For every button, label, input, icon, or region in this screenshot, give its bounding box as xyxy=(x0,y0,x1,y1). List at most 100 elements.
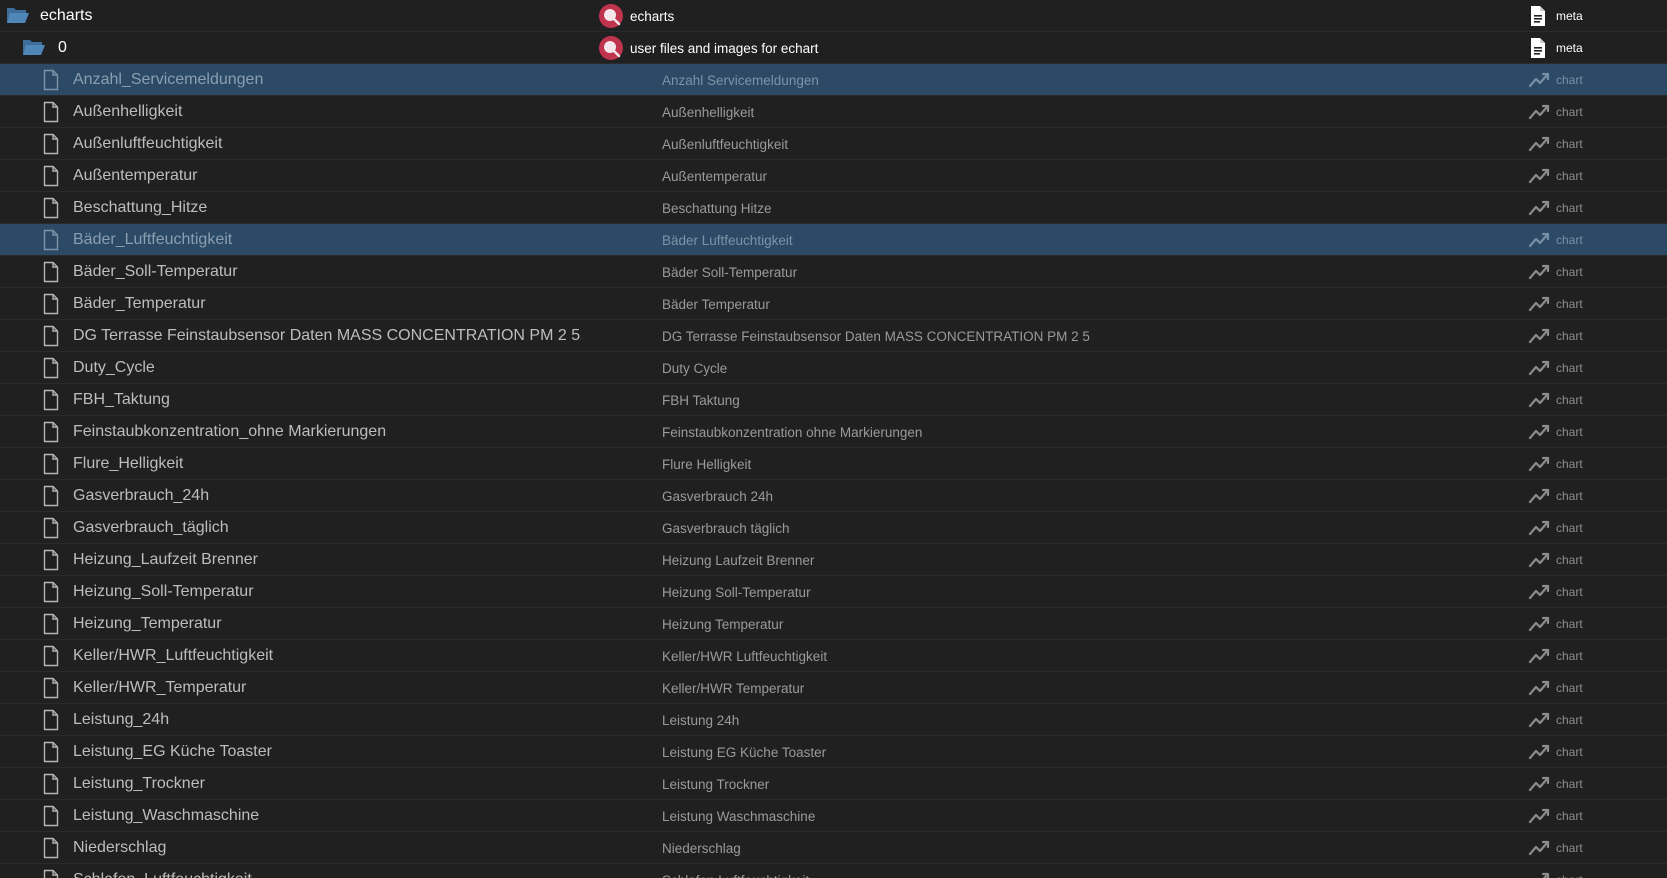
tree-item-row[interactable]: Heizung_Laufzeit Brenner Heizung Laufzeit… xyxy=(0,544,1667,576)
tree-item-row[interactable]: Leistung_EG Küche Toaster Leistung EG Küc… xyxy=(0,736,1667,768)
chart-action[interactable]: chart xyxy=(1528,576,1583,608)
tree-item-row[interactable]: Außenhelligkeit Außenhelligkeit chart xyxy=(0,96,1667,128)
item-name: Heizung_Soll-Temperatur xyxy=(73,583,254,600)
file-icon xyxy=(41,133,61,155)
line-chart-icon[interactable] xyxy=(1528,741,1550,763)
line-chart-icon[interactable] xyxy=(1528,805,1550,827)
chart-action[interactable]: chart xyxy=(1528,544,1583,576)
chart-action[interactable]: chart xyxy=(1528,768,1583,800)
line-chart-icon[interactable] xyxy=(1528,581,1550,603)
chart-action[interactable]: chart xyxy=(1528,160,1583,192)
line-chart-icon[interactable] xyxy=(1528,773,1550,795)
chart-action-label: chart xyxy=(1556,361,1583,375)
tree-item-row[interactable]: Anzahl_Servicemeldungen Anzahl Servicemel… xyxy=(0,64,1667,96)
chart-action[interactable]: chart xyxy=(1528,608,1583,640)
line-chart-icon[interactable] xyxy=(1528,261,1550,283)
tree-item-row[interactable]: Leistung_24h Leistung 24h chart xyxy=(0,704,1667,736)
item-description-cell: Duty Cycle xyxy=(662,352,727,384)
tree-item-row[interactable]: Heizung_Temperatur Heizung Temperatur char… xyxy=(0,608,1667,640)
tree-item-row[interactable]: Schlafen_Luftfeuchtigkeit Schlafen Luftfe… xyxy=(0,864,1667,878)
tree-item-row[interactable]: Bäder_Soll-Temperatur Bäder Soll-Temperat… xyxy=(0,256,1667,288)
tree-item-row[interactable]: Leistung_Waschmaschine Leistung Waschmasc… xyxy=(0,800,1667,832)
line-chart-icon[interactable] xyxy=(1528,485,1550,507)
tree-item-row[interactable]: Keller/HWR_Luftfeuchtigkeit Keller/HWR Lu… xyxy=(0,640,1667,672)
line-chart-icon[interactable] xyxy=(1528,389,1550,411)
tree-item-row[interactable]: Bäder_Luftfeuchtigkeit Bäder Luftfeuchtig… xyxy=(0,224,1667,256)
item-name: Duty_Cycle xyxy=(73,359,155,376)
line-chart-icon[interactable] xyxy=(1528,645,1550,667)
line-chart-icon[interactable] xyxy=(1528,293,1550,315)
chart-action[interactable]: chart xyxy=(1528,256,1583,288)
chart-action[interactable]: chart xyxy=(1528,832,1583,864)
line-chart-icon[interactable] xyxy=(1528,165,1550,187)
line-chart-icon[interactable] xyxy=(1528,677,1550,699)
line-chart-icon[interactable] xyxy=(1528,869,1550,878)
line-chart-icon[interactable] xyxy=(1528,837,1550,859)
tree-item-row[interactable]: DG Terrasse Feinstaubsensor Daten MASS C… xyxy=(0,320,1667,352)
tree-item-row[interactable]: Heizung_Soll-Temperatur Heizung Soll-Temp… xyxy=(0,576,1667,608)
tree-item-row[interactable]: Bäder_Temperatur Bäder Temperatur chart xyxy=(0,288,1667,320)
tree-item-row[interactable]: Außentemperatur Außentemperatur chart xyxy=(0,160,1667,192)
chart-action[interactable]: chart xyxy=(1528,448,1583,480)
tree-item-row[interactable]: Gasverbrauch_täglich Gasverbrauch täglich… xyxy=(0,512,1667,544)
chart-action[interactable]: chart xyxy=(1528,288,1583,320)
tree-item-row[interactable]: Gasverbrauch_24h Gasverbrauch 24h chart xyxy=(0,480,1667,512)
chart-action[interactable]: chart xyxy=(1528,416,1583,448)
line-chart-icon[interactable] xyxy=(1528,549,1550,571)
chart-action[interactable]: chart xyxy=(1528,320,1583,352)
chart-action[interactable]: chart xyxy=(1528,224,1583,256)
chart-action[interactable]: chart xyxy=(1528,704,1583,736)
line-chart-icon[interactable] xyxy=(1528,517,1550,539)
chart-action[interactable]: chart xyxy=(1528,128,1583,160)
chart-action[interactable]: chart xyxy=(1528,672,1583,704)
chart-action-label: chart xyxy=(1556,489,1583,503)
folder-open-icon[interactable] xyxy=(6,5,30,27)
tree-item-row[interactable]: Keller/HWR_Temperatur Keller/HWR Temperat… xyxy=(0,672,1667,704)
line-chart-icon[interactable] xyxy=(1528,357,1550,379)
line-chart-icon[interactable] xyxy=(1528,229,1550,251)
tree-item-row[interactable]: Feinstaubkonzentration_ohne Markierungen… xyxy=(0,416,1667,448)
tree-item-row[interactable]: Niederschlag Niederschlag chart xyxy=(0,832,1667,864)
chart-action[interactable]: chart xyxy=(1528,640,1583,672)
chart-action[interactable]: chart xyxy=(1528,864,1583,878)
chart-action[interactable]: chart xyxy=(1528,512,1583,544)
chart-action[interactable]: chart xyxy=(1528,64,1583,96)
chart-action[interactable]: chart xyxy=(1528,352,1583,384)
document-icon[interactable] xyxy=(1528,37,1550,59)
item-description-cell: Flure Helligkeit xyxy=(662,448,751,480)
file-icon xyxy=(41,261,61,283)
item-name-cell: Außentemperatur xyxy=(0,160,198,192)
chart-action[interactable]: chart xyxy=(1528,736,1583,768)
tree-item-row[interactable]: Flure_Helligkeit Flure Helligkeit chart xyxy=(0,448,1667,480)
meta-action[interactable]: meta xyxy=(1528,0,1583,32)
file-icon xyxy=(41,197,61,219)
tree-item-row[interactable]: Außenluftfeuchtigkeit Außenluftfeuchtigke… xyxy=(0,128,1667,160)
item-name: Außenluftfeuchtigkeit xyxy=(73,135,223,152)
line-chart-icon[interactable] xyxy=(1528,709,1550,731)
line-chart-icon[interactable] xyxy=(1528,197,1550,219)
chart-action[interactable]: chart xyxy=(1528,192,1583,224)
line-chart-icon[interactable] xyxy=(1528,613,1550,635)
tree-item-row[interactable]: FBH_Taktung FBH Taktung chart xyxy=(0,384,1667,416)
tree-item-row[interactable]: Beschattung_Hitze Beschattung Hitze chart xyxy=(0,192,1667,224)
line-chart-icon[interactable] xyxy=(1528,133,1550,155)
chart-action[interactable]: chart xyxy=(1528,480,1583,512)
file-icon xyxy=(41,453,61,475)
line-chart-icon[interactable] xyxy=(1528,453,1550,475)
item-description-cell: Feinstaubkonzentration ohne Markierungen xyxy=(662,416,922,448)
document-icon[interactable] xyxy=(1528,5,1550,27)
chart-action[interactable]: chart xyxy=(1528,800,1583,832)
line-chart-icon[interactable] xyxy=(1528,325,1550,347)
folder-open-icon[interactable] xyxy=(22,37,46,59)
line-chart-icon[interactable] xyxy=(1528,101,1550,123)
line-chart-icon[interactable] xyxy=(1528,421,1550,443)
chart-action[interactable]: chart xyxy=(1528,384,1583,416)
tree-item-row[interactable]: Duty_Cycle Duty Cycle chart xyxy=(0,352,1667,384)
line-chart-icon[interactable] xyxy=(1528,69,1550,91)
chart-action[interactable]: chart xyxy=(1528,96,1583,128)
tree-folder-row[interactable]: echarts echarts meta xyxy=(0,0,1667,32)
item-description: Bäder Soll-Temperatur xyxy=(662,264,798,280)
tree-item-row[interactable]: Leistung_Trockner Leistung Trockner chart xyxy=(0,768,1667,800)
tree-folder-row[interactable]: 0 user files and images for echart meta xyxy=(0,32,1667,64)
meta-action[interactable]: meta xyxy=(1528,32,1583,64)
